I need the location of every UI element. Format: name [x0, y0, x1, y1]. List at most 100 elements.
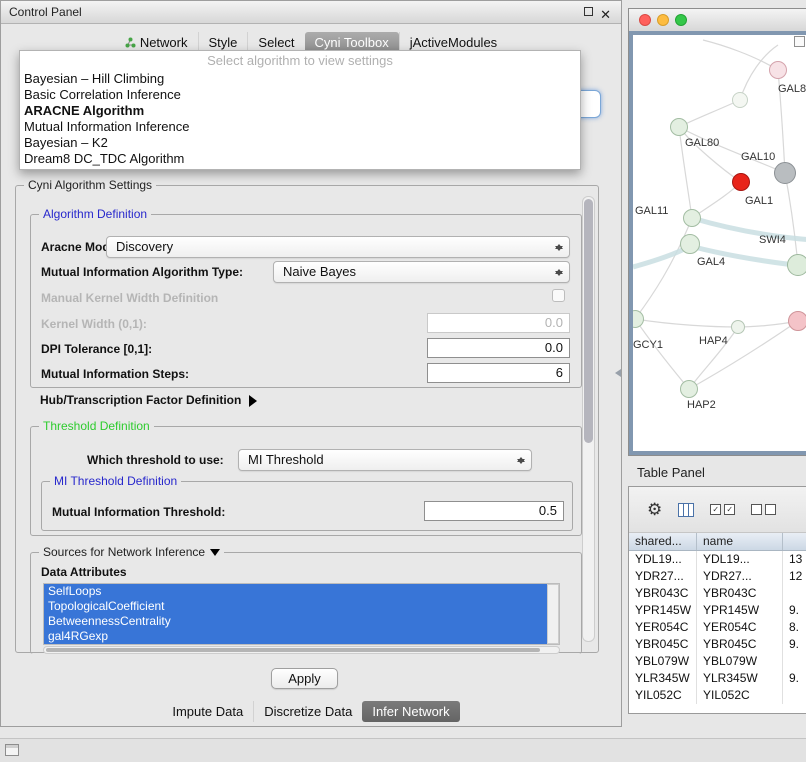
- dock-panel-icon[interactable]: [5, 744, 19, 756]
- attribute-item[interactable]: gal4RGexp: [44, 629, 547, 644]
- data-attributes-listbox: SelfLoopsTopologicalCoefficientBetweenne…: [43, 583, 560, 645]
- table-cell: 12: [783, 568, 806, 585]
- sources-group-title[interactable]: Sources for Network Inference: [39, 545, 224, 559]
- birdseye-toggle-icon[interactable]: [794, 36, 805, 47]
- zoom-traffic-icon[interactable]: [675, 14, 687, 26]
- table-cell: YBL079W: [697, 653, 783, 670]
- table-row[interactable]: YER054CYER054C8.: [629, 619, 806, 636]
- threshold-definition-title: Threshold Definition: [39, 419, 154, 433]
- hub-tf-section-toggle[interactable]: Hub/Transcription Factor Definition: [40, 393, 257, 407]
- table-panel-window: ⚙ ✓ ✓ shared... name YDL19...YDL19...13Y…: [628, 486, 806, 714]
- columns-icon[interactable]: [678, 503, 694, 517]
- algorithm-option[interactable]: Dream8 DC_TDC Algorithm: [20, 151, 580, 167]
- settings-scrollbar-thumb[interactable]: [584, 199, 593, 443]
- network-node[interactable]: [732, 173, 750, 191]
- unchecked-box-icon: [765, 504, 776, 515]
- hub-tf-label: Hub/Transcription Factor Definition: [40, 393, 241, 407]
- aracne-mode-combobox[interactable]: Discovery: [106, 236, 570, 258]
- dpi-tolerance-field[interactable]: 0.0: [427, 338, 570, 358]
- attributes-hscrollbar-thumb[interactable]: [46, 648, 540, 652]
- control-panel-titlebar: Control Panel ✕: [1, 1, 621, 24]
- network-node[interactable]: [774, 162, 796, 184]
- table-cell: YDR27...: [697, 568, 783, 585]
- close-icon[interactable]: ✕: [600, 4, 611, 26]
- sources-group: Sources for Network Inference Data Attri…: [30, 552, 582, 654]
- table-row[interactable]: YBL079WYBL079W: [629, 653, 806, 670]
- network-node[interactable]: [680, 380, 698, 398]
- unchecked-box-icon: [751, 504, 762, 515]
- network-node-label: GAL8: [778, 83, 806, 95]
- network-node[interactable]: [680, 234, 700, 254]
- table-row[interactable]: YPR145WYPR145W9.: [629, 602, 806, 619]
- algorithm-dropdown-list: Bayesian – Hill ClimbingBasic Correlatio…: [20, 71, 580, 167]
- table-cell: 13: [783, 551, 806, 568]
- which-threshold-label: Which threshold to use:: [87, 453, 224, 467]
- table-cell: YBR045C: [697, 636, 783, 653]
- table-cell: YIL052C: [629, 687, 697, 704]
- algorithm-option[interactable]: Mutual Information Inference: [20, 119, 580, 135]
- data-attributes-list: SelfLoopsTopologicalCoefficientBetweenne…: [44, 584, 559, 644]
- network-node-label: GAL1: [745, 195, 773, 207]
- apply-button[interactable]: Apply: [271, 668, 338, 689]
- tab-infer-network[interactable]: Infer Network: [362, 701, 459, 722]
- algorithm-option[interactable]: Bayesian – K2: [20, 135, 580, 151]
- select-all-columns-icon[interactable]: ✓ ✓: [710, 504, 735, 515]
- attributes-vscrollbar[interactable]: [547, 584, 559, 644]
- mi-steps-field[interactable]: 6: [427, 363, 570, 383]
- tab-impute-data[interactable]: Impute Data: [162, 701, 253, 722]
- table-row[interactable]: YDL19...YDL19...13: [629, 551, 806, 568]
- table-cell: 9.: [783, 670, 806, 687]
- column-header[interactable]: [783, 533, 806, 550]
- column-header[interactable]: name: [697, 533, 783, 550]
- settings-group-title: Cyni Algorithm Settings: [24, 178, 156, 192]
- table-row[interactable]: YBR043CYBR043C: [629, 585, 806, 602]
- algorithm-option[interactable]: Bayesian – Hill Climbing: [20, 71, 580, 87]
- tab-network-label: Network: [140, 35, 188, 50]
- splitter-collapse-icon[interactable]: [615, 369, 621, 377]
- attribute-item[interactable]: BetweennessCentrality: [44, 614, 547, 629]
- network-node[interactable]: [683, 209, 701, 227]
- settings-scrollbar[interactable]: [582, 196, 595, 642]
- network-node-label: GAL4: [697, 256, 725, 268]
- table-row[interactable]: YBR045CYBR045C9.: [629, 636, 806, 653]
- tab-discretize-data[interactable]: Discretize Data: [253, 701, 362, 722]
- attribute-item[interactable]: SelfLoops: [44, 584, 547, 599]
- attributes-hscrollbar[interactable]: [43, 646, 560, 654]
- threshold-definition-group: Threshold Definition Which threshold to …: [30, 426, 582, 536]
- table-cell: YLR345W: [697, 670, 783, 687]
- deselect-all-columns-icon[interactable]: [751, 504, 776, 515]
- column-header[interactable]: shared...: [629, 533, 697, 550]
- data-attributes-label: Data Attributes: [41, 565, 127, 579]
- network-node[interactable]: [670, 118, 688, 136]
- kernel-width-label: Kernel Width (0,1):: [41, 317, 147, 331]
- table-cell: YBL079W: [629, 653, 697, 670]
- table-toolbar: ⚙ ✓ ✓: [629, 487, 806, 533]
- algorithm-option[interactable]: ARACNE Algorithm: [20, 103, 580, 119]
- network-canvas[interactable]: GAL8GAL80GAL10GAL11GAL1SWI4GAL4GCY1HAP4H…: [633, 35, 806, 451]
- network-node[interactable]: [731, 320, 745, 334]
- network-node[interactable]: [732, 92, 748, 108]
- network-node[interactable]: [769, 61, 787, 79]
- which-threshold-combobox[interactable]: MI Threshold: [238, 449, 532, 471]
- table-cell: YDL19...: [629, 551, 697, 568]
- network-node[interactable]: [787, 254, 806, 276]
- close-traffic-icon[interactable]: [639, 14, 651, 26]
- algorithm-option[interactable]: Basic Correlation Inference: [20, 87, 580, 103]
- mi-type-combobox[interactable]: Naive Bayes: [273, 261, 570, 283]
- mi-threshold-group-title: MI Threshold Definition: [50, 474, 181, 488]
- combo-arrows-icon: [517, 453, 525, 468]
- table-row[interactable]: YIL052CYIL052C: [629, 687, 806, 704]
- network-tab-icon: [125, 37, 136, 48]
- table-row[interactable]: YLR345WYLR345W9.: [629, 670, 806, 687]
- network-node[interactable]: [788, 311, 806, 331]
- table-row[interactable]: YDR27...YDR27...12: [629, 568, 806, 585]
- table-cell: YDR27...: [629, 568, 697, 585]
- mi-threshold-field[interactable]: 0.5: [424, 501, 564, 521]
- kernel-width-field[interactable]: 0.0: [427, 313, 570, 333]
- attribute-item[interactable]: TopologicalCoefficient: [44, 599, 547, 614]
- table-cell: [783, 687, 806, 704]
- gear-icon[interactable]: ⚙: [647, 501, 662, 518]
- float-window-icon[interactable]: [584, 7, 593, 16]
- minimize-traffic-icon[interactable]: [657, 14, 669, 26]
- manual-kernel-checkbox[interactable]: [552, 289, 565, 302]
